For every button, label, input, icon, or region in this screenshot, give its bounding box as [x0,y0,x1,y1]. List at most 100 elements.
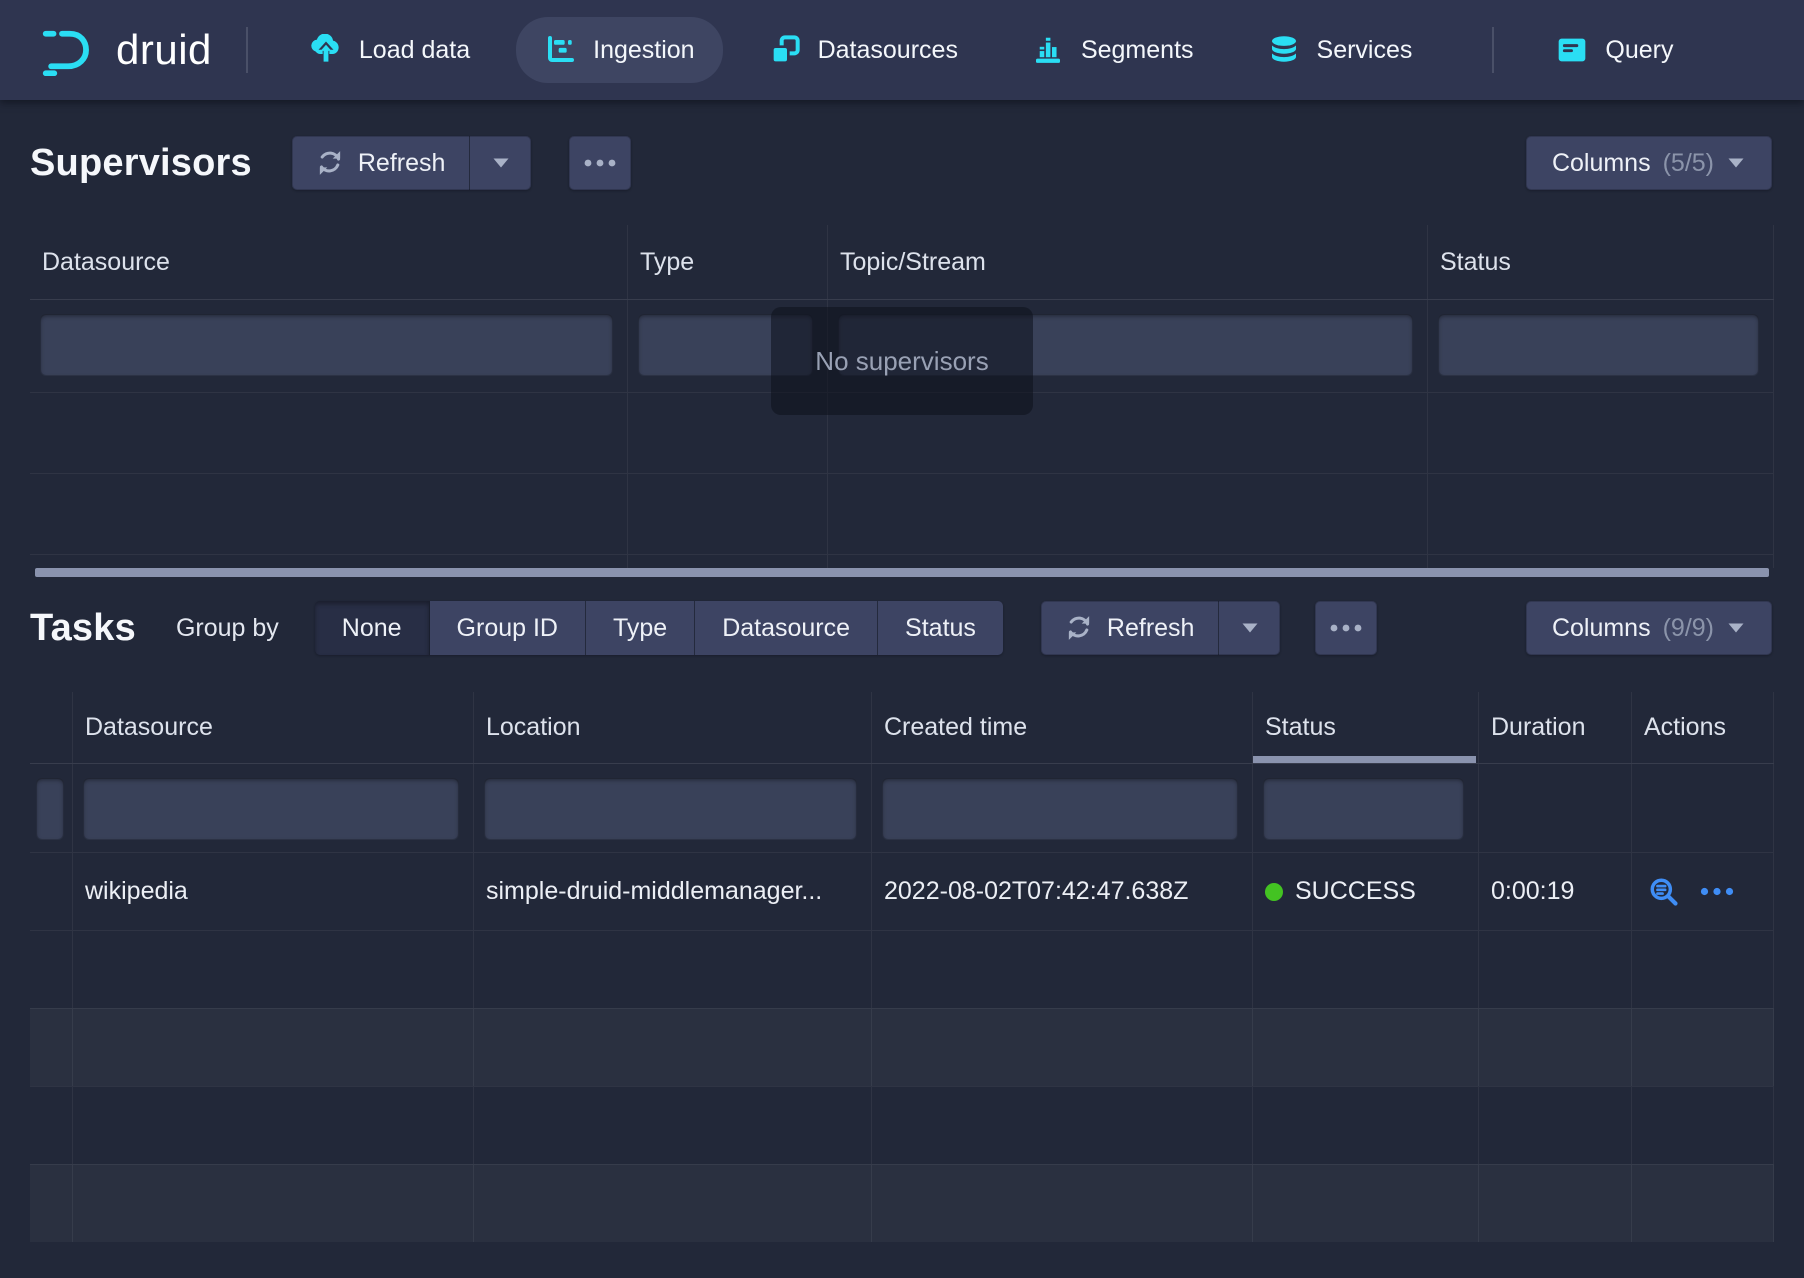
filter-input-status[interactable] [1263,778,1464,840]
column-header-status-sorted[interactable]: Status [1253,692,1479,763]
horizontal-scrollbar-track [30,568,1774,577]
supervisors-refresh-split-button: Refresh [292,136,532,190]
empty-row [30,1008,1774,1086]
druid-console: druid Load data [0,0,1804,1278]
supervisors-toolbar: Supervisors Refresh [30,135,1772,191]
more-icon [583,158,617,168]
nav-item-segments[interactable]: Segments [1004,17,1222,83]
filter-input-datasource[interactable] [83,778,459,840]
chevron-down-icon [1240,621,1260,635]
refresh-interval-dropdown[interactable] [1218,601,1280,655]
nav-item-datasources[interactable]: Datasources [741,17,986,83]
column-header-task-id[interactable] [30,692,73,763]
tasks-title: Tasks [30,607,136,650]
nav-item-query[interactable]: Query [1528,17,1701,83]
created-time-cell: 2022-08-02T07:42:47.638Z [872,853,1253,930]
tasks-filter-row [30,764,1774,852]
refresh-label: Refresh [358,149,446,178]
druid-logo-icon [38,24,100,76]
supervisors-table: Datasource Type Topic/Stream Status No s… [30,225,1774,577]
refresh-label: Refresh [1107,614,1195,643]
columns-label: Columns [1552,614,1651,643]
column-header-actions[interactable]: Actions [1632,692,1774,763]
refresh-button[interactable]: Refresh [1041,601,1219,655]
task-id-cell [30,853,73,930]
nav-item-label: Services [1317,36,1413,65]
column-header-created-time[interactable]: Created time [872,692,1253,763]
refresh-button[interactable]: Refresh [292,136,470,190]
divider [1492,27,1494,73]
nav-item-label: Query [1605,36,1673,65]
empty-row [30,473,1774,554]
column-header-topic-stream[interactable]: Topic/Stream [828,225,1428,299]
tasks-refresh-split-button: Refresh [1041,601,1281,655]
nav-items: Load data Ingestion Data [282,0,1720,100]
chevron-down-icon [1726,621,1746,635]
cloud-upload-icon [310,34,342,66]
status-dot-success [1265,883,1283,901]
column-header-type[interactable]: Type [628,225,828,299]
supervisors-more-button[interactable] [569,136,631,190]
group-by-type-button[interactable]: Type [586,601,695,655]
group-by-status-button[interactable]: Status [878,601,1003,655]
empty-row [30,1164,1774,1242]
brand[interactable]: druid [38,24,212,76]
top-nav: druid Load data [0,0,1804,100]
filter-input-status[interactable] [1438,314,1759,376]
chevron-down-icon [1726,156,1746,170]
supervisors-columns-button[interactable]: Columns (5/5) [1526,136,1772,190]
group-by-label: Group by [176,614,279,643]
column-header-datasource[interactable]: Datasource [30,225,628,299]
divider [246,27,248,73]
status-cell: SUCCESS [1253,853,1479,930]
filter-input-datasource[interactable] [40,314,613,376]
task-row-wikipedia: wikipedia simple-druid-middlemanager... … [30,852,1774,930]
task-detail-magnifier-icon[interactable] [1648,876,1679,907]
gantt-chart-icon [544,34,576,66]
filter-input-location[interactable] [484,778,857,840]
filter-input-task-id[interactable] [36,778,64,840]
supervisors-header-row: Datasource Type Topic/Stream Status [30,225,1774,300]
console-icon [1556,34,1588,66]
task-actions-more-icon[interactable] [1699,886,1735,897]
stacked-squares-icon [769,34,801,66]
empty-row-partial [30,554,1774,568]
empty-row [30,930,1774,1008]
column-header-duration[interactable]: Duration [1479,692,1632,763]
nav-item-label: Datasources [818,36,958,65]
columns-label: Columns [1552,149,1651,178]
filter-input-created-time[interactable] [882,778,1238,840]
group-by-button-group: None Group ID Type Datasource Status [315,601,1003,655]
no-supervisors-message: No supervisors [771,307,1033,415]
nav-item-load-data[interactable]: Load data [282,17,498,83]
refresh-interval-dropdown[interactable] [469,136,531,190]
column-header-location[interactable]: Location [474,692,872,763]
more-icon [1329,623,1363,633]
tasks-table: Datasource Location Created time Status … [30,692,1774,1242]
refresh-icon [316,149,344,177]
group-by-group-id-button[interactable]: Group ID [430,601,586,655]
duration-cell: 0:00:19 [1479,853,1632,930]
location-cell: simple-druid-middlemanager... [474,853,872,930]
horizontal-scrollbar-thumb[interactable] [35,568,1769,577]
refresh-icon [1065,614,1093,642]
datasource-cell: wikipedia [73,853,474,930]
nav-item-label: Segments [1081,36,1194,65]
chevron-down-icon [491,156,511,170]
status-text: SUCCESS [1295,877,1416,906]
tasks-columns-button[interactable]: Columns (9/9) [1526,601,1772,655]
nav-item-services[interactable]: Services [1240,17,1441,83]
columns-count: (9/9) [1663,614,1714,643]
bar-chart-icon [1032,34,1064,66]
tasks-toolbar: Tasks Group by None Group ID Type Dataso… [30,600,1772,656]
group-by-datasource-button[interactable]: Datasource [695,601,878,655]
nav-item-ingestion[interactable]: Ingestion [516,17,722,83]
column-header-status[interactable]: Status [1428,225,1774,299]
group-by-none-button[interactable]: None [315,601,430,655]
tasks-more-button[interactable] [1315,601,1377,655]
sort-indicator [1253,756,1476,763]
database-icon [1268,34,1300,66]
column-header-datasource[interactable]: Datasource [73,692,474,763]
tasks-header-row: Datasource Location Created time Status … [30,692,1774,764]
columns-count: (5/5) [1663,149,1714,178]
